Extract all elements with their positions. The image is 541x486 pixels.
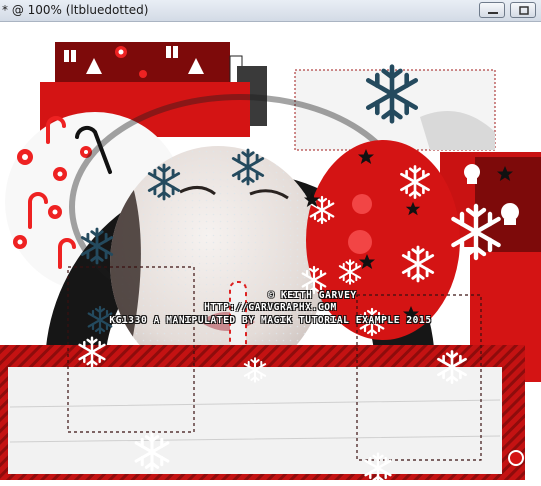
minimize-icon bbox=[488, 12, 498, 14]
canvas-artwork bbox=[0, 42, 541, 484]
watermark-line-2: HTTP://GARVGRAPHX.COM bbox=[204, 302, 337, 313]
watermark-line-1: © KEITH GARVEY bbox=[268, 290, 357, 301]
watermark-line-3: KG1330 A MANIPULATED BY MAGIK TUTORIAL E… bbox=[109, 315, 432, 326]
window-title: * @ 100% (ltbluedotted) bbox=[2, 3, 149, 17]
snow-panel-top-right bbox=[294, 67, 496, 151]
window-titlebar: * @ 100% (ltbluedotted) bbox=[0, 0, 541, 22]
white-paper-strip bbox=[8, 367, 502, 474]
image-canvas[interactable]: © KEITH GARVEY HTTP://GARVGRAPHX.COM KG1… bbox=[0, 22, 541, 486]
minimize-button[interactable] bbox=[479, 2, 505, 18]
maximize-icon bbox=[519, 6, 529, 15]
maximize-button[interactable] bbox=[510, 2, 536, 18]
